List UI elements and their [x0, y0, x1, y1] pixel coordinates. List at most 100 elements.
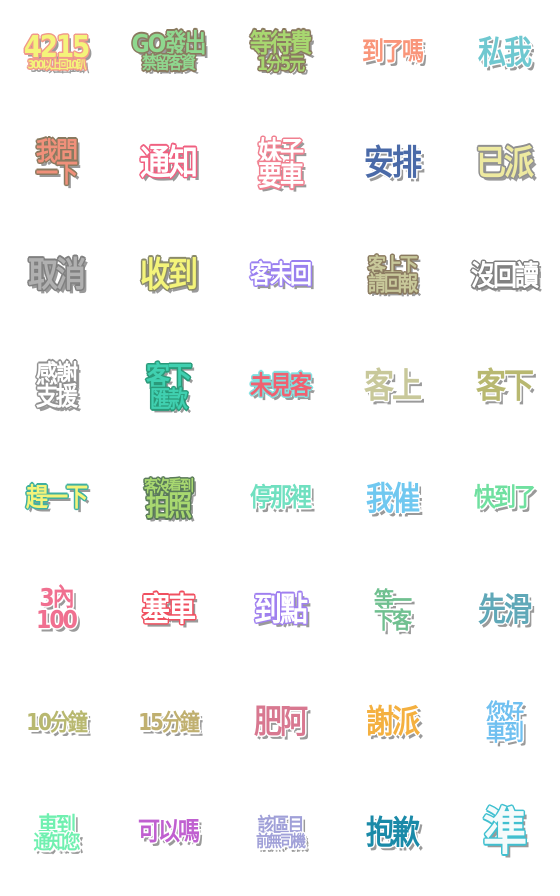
sticker-cell[interactable]: 未見客 — [224, 329, 336, 447]
sticker-cell[interactable]: 沒回讀 — [448, 217, 560, 335]
sticker-text: 通知 — [140, 143, 198, 184]
sticker: 收到 — [133, 241, 203, 311]
sticker-text: 下客 — [374, 606, 412, 635]
sticker-text: 匯款 — [150, 385, 188, 414]
sticker-cell[interactable]: 先滑 — [448, 552, 560, 670]
sticker: 沒回讀 — [469, 241, 539, 311]
sticker-text: 車到 — [486, 717, 524, 746]
sticker-text: 先滑 — [477, 590, 532, 629]
sticker-text: 前無司機 — [256, 832, 306, 851]
sticker-cell[interactable]: 趕一下 — [0, 440, 112, 558]
sticker: 4215 300以上回10趴 — [21, 18, 91, 88]
sticker-cell[interactable]: 等一 下客 — [336, 552, 448, 670]
sticker: 感謝 支援 — [21, 352, 91, 422]
sticker-cell[interactable]: 該區目 前無司機 — [224, 775, 336, 893]
sticker: 趕一下 — [21, 464, 91, 534]
sticker: 客上下 請回報 — [357, 241, 427, 311]
sticker: 該區目 前無司機 — [245, 798, 315, 868]
sticker: 先滑 — [469, 575, 539, 645]
sticker: 客上 — [357, 352, 427, 422]
sticker-text: 肥阿 — [253, 702, 308, 741]
sticker-cell[interactable]: 停那裡 — [224, 440, 336, 558]
sticker: 您好 車到 — [469, 687, 539, 757]
sticker-cell[interactable]: 塞車 — [112, 552, 224, 670]
sticker-text: 準 — [483, 803, 527, 862]
sticker-cell[interactable]: 您好 車到 — [448, 663, 560, 781]
sticker: 私我 — [469, 18, 539, 88]
sticker: 等待費 1分5元 — [245, 18, 315, 88]
sticker-text: 客未回 — [249, 260, 312, 290]
sticker: 我問 一下 — [21, 129, 91, 199]
sticker-cell[interactable]: 客沒看到 拍照 — [112, 440, 224, 558]
sticker-text: 我催 — [365, 479, 420, 518]
sticker: 塞車 — [133, 575, 203, 645]
sticker-cell[interactable]: 取消 — [0, 217, 112, 335]
sticker-cell[interactable]: 抱歉 — [336, 775, 448, 893]
sticker-cell[interactable]: 已派 — [448, 106, 560, 224]
sticker-text: 可以嗎 — [137, 818, 200, 848]
sticker-text: 塞車 — [141, 590, 196, 629]
sticker-text: 10分鐘 — [26, 707, 88, 736]
sticker-text: 取消 — [28, 255, 86, 296]
sticker: 妹子 要車 — [245, 129, 315, 199]
sticker: 肥阿 — [245, 687, 315, 757]
sticker: 客沒看到 拍照 — [133, 464, 203, 534]
sticker-cell[interactable]: 到了嗎 — [336, 0, 448, 112]
sticker: 客下 — [469, 352, 539, 422]
sticker-cell[interactable]: 準 — [448, 775, 560, 893]
sticker-cell[interactable]: 我問 一下 — [0, 106, 112, 224]
sticker-cell[interactable]: 可以嗎 — [112, 775, 224, 893]
sticker-cell[interactable]: 15分鐘 — [112, 663, 224, 781]
sticker-cell[interactable]: 安排 — [336, 106, 448, 224]
sticker-cell[interactable]: 車到 通知您 — [0, 775, 112, 893]
sticker-cell[interactable]: 收到 — [112, 217, 224, 335]
sticker-cell[interactable]: 私我 — [448, 0, 560, 112]
sticker-text: 私我 — [477, 33, 532, 72]
sticker-cell[interactable]: 客下 匯款 — [112, 329, 224, 447]
sticker: 安排 — [357, 129, 427, 199]
sticker-cell[interactable]: GO發出 禁留客資 — [112, 0, 224, 112]
sticker-cell[interactable]: 4215 300以上回10趴 — [0, 0, 112, 112]
sticker-cell[interactable]: 我催 — [336, 440, 448, 558]
sticker-text: 通知您 — [33, 831, 81, 855]
sticker-text: 1分5元 — [256, 52, 305, 75]
sticker-cell[interactable]: 客下 — [448, 329, 560, 447]
sticker: 客下 匯款 — [133, 352, 203, 422]
sticker: 可以嗎 — [133, 798, 203, 868]
sticker-cell[interactable]: 感謝 支援 — [0, 329, 112, 447]
sticker-text: 快到了 — [473, 483, 536, 513]
sticker: 抱歉 — [357, 798, 427, 868]
sticker-text: 已派 — [476, 143, 534, 184]
sticker-text: 謝派 — [365, 702, 420, 741]
sticker-cell[interactable]: 通知 — [112, 106, 224, 224]
sticker: GO發出 禁留客資 — [132, 18, 207, 88]
sticker-cell[interactable]: 到點 — [224, 552, 336, 670]
sticker-text: 到了嗎 — [361, 37, 424, 67]
sticker: 停那裡 — [245, 464, 315, 534]
sticker-cell[interactable]: 謝派 — [336, 663, 448, 781]
sticker-text: 安排 — [364, 143, 422, 184]
sticker-text: 抱歉 — [365, 813, 420, 852]
sticker-cell[interactable]: 肥阿 — [224, 663, 336, 781]
sticker-cell[interactable]: 客未回 — [224, 217, 336, 335]
sticker-text: 客上 — [364, 366, 422, 407]
sticker: 謝派 — [357, 687, 427, 757]
sticker-cell[interactable]: 客上下 請回報 — [336, 217, 448, 335]
sticker: 已派 — [469, 129, 539, 199]
sticker-text: 15分鐘 — [138, 707, 200, 736]
sticker: 15分鐘 — [133, 687, 203, 757]
sticker-text: 支援 — [35, 383, 78, 413]
sticker: 我催 — [357, 464, 427, 534]
sticker: 3內 100 — [21, 575, 91, 645]
sticker-cell[interactable]: 快到了 — [448, 440, 560, 558]
sticker-cell[interactable]: 10分鐘 — [0, 663, 112, 781]
sticker-cell[interactable]: 等待費 1分5元 — [224, 0, 336, 112]
sticker-cell[interactable]: 3內 100 — [0, 552, 112, 670]
sticker-text: 禁留客資 — [141, 52, 196, 74]
sticker: 通知 — [133, 129, 203, 199]
sticker-cell[interactable]: 客上 — [336, 329, 448, 447]
sticker-text: 到點 — [253, 590, 308, 629]
sticker-text: 趕一下 — [25, 483, 88, 513]
sticker-text: 一下 — [35, 160, 78, 190]
sticker-cell[interactable]: 妹子 要車 — [224, 106, 336, 224]
